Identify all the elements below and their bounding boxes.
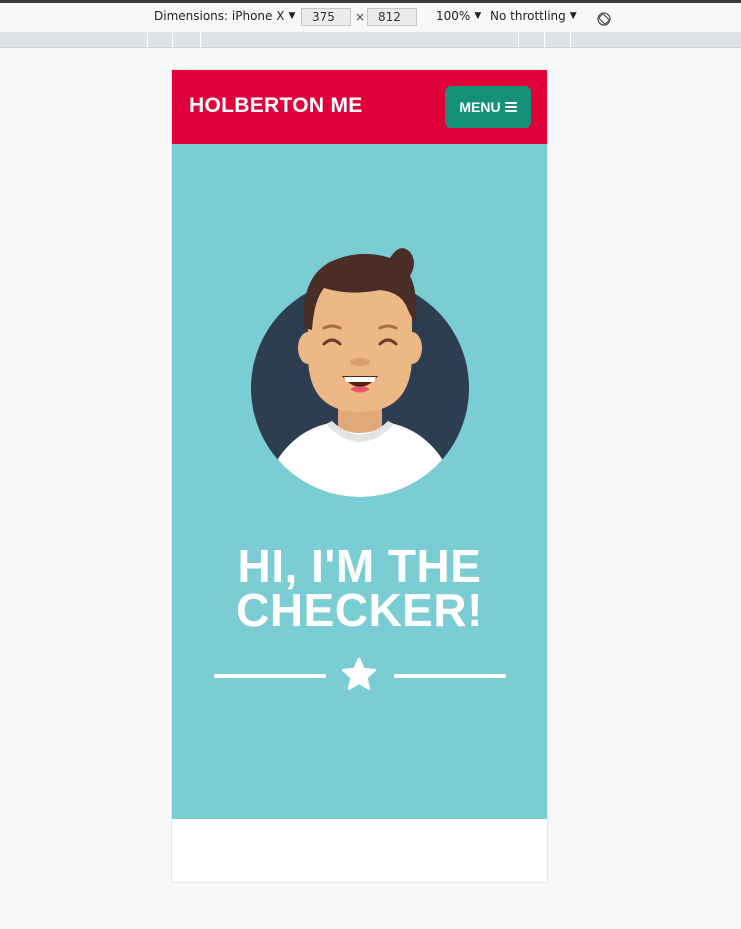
width-input[interactable]: 375 — [301, 8, 351, 26]
menu-button[interactable]: MENU — [445, 86, 531, 128]
ruler-tick — [147, 32, 148, 47]
ruler-tick — [570, 32, 571, 47]
chevron-down-icon: ▼ — [474, 11, 482, 21]
hero-title-line-2: CHECKER! — [236, 584, 483, 636]
dimension-separator: × — [355, 10, 366, 24]
throttling-label: No throttling — [490, 9, 566, 23]
throttling-select[interactable]: No throttling ▼ — [490, 9, 577, 23]
ruler-tick — [172, 32, 173, 47]
device-viewport: HOLBERTON ME MENU HI, I'M THE CHECKER! — [172, 70, 547, 882]
device-dimensions-select[interactable]: Dimensions: iPhone X ▼ — [154, 9, 295, 23]
media-query-ruler[interactable] — [0, 32, 741, 48]
zoom-select[interactable]: 100% ▼ — [436, 9, 481, 23]
chevron-down-icon: ▼ — [569, 11, 577, 21]
hero-title-line-1: HI, I'M THE — [237, 540, 482, 592]
site-header: HOLBERTON ME MENU — [172, 70, 547, 144]
ruler-tick — [544, 32, 545, 47]
divider-line-left — [214, 674, 326, 678]
hamburger-icon — [504, 102, 517, 112]
rotate-icon[interactable] — [596, 11, 612, 27]
height-input[interactable]: 812 — [367, 8, 417, 26]
star-icon — [341, 657, 377, 690]
ruler-tick — [200, 32, 201, 47]
menu-label: MENU — [459, 99, 501, 115]
brand-logo[interactable]: HOLBERTON ME — [189, 94, 363, 118]
devtools-toolbar: Dimensions: iPhone X ▼ 375 × 812 100% ▼ … — [0, 0, 741, 32]
chevron-down-icon: ▼ — [288, 11, 296, 21]
hero-section: HI, I'M THE CHECKER! — [172, 144, 547, 819]
dimensions-label: Dimensions: iPhone X — [154, 9, 285, 23]
zoom-label: 100% — [436, 9, 471, 23]
ruler-tick — [518, 32, 519, 47]
checker-avatar — [251, 248, 469, 497]
hero-title: HI, I'M THE CHECKER! — [172, 540, 547, 636]
divider-line-right — [394, 674, 506, 678]
